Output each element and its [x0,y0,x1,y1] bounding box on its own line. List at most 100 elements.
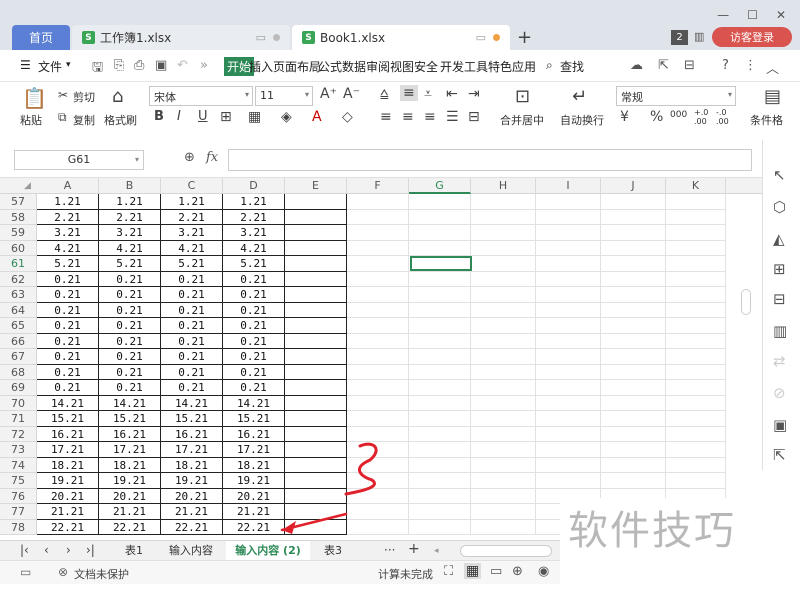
cell-h[interactable] [471,426,536,442]
hamburger-icon[interactable]: ☰ [20,58,31,72]
cell-e[interactable] [285,318,347,334]
row-header[interactable]: 57 [0,194,37,210]
doc-protect-status[interactable]: 文档未保护 [74,566,129,582]
cell-i[interactable] [536,380,601,396]
cell-j[interactable] [601,240,666,256]
cell-b[interactable]: 0.21 [99,287,161,303]
cell-d[interactable]: 0.21 [223,380,285,396]
cell-f[interactable] [347,426,409,442]
cell-j[interactable] [601,364,666,380]
merge-cells-icon[interactable]: ⊡ [515,86,530,107]
menu-special[interactable]: 特色应用 [488,58,536,75]
border-icon[interactable]: ⊞ [220,109,232,125]
cell-j[interactable] [601,209,666,225]
menu-security[interactable]: 安全 [414,58,438,75]
horizontal-scrollbar[interactable] [460,545,552,557]
export-icon[interactable]: ⎘ [114,58,124,73]
sheet-tab-1[interactable]: 表1 [112,541,156,560]
save-icon[interactable]: 🖫 [92,58,103,80]
cell-c[interactable]: 15.21 [161,411,223,427]
cell-f[interactable] [347,395,409,411]
cell-k[interactable] [666,333,726,349]
bold-button[interactable]: B [154,109,164,124]
cell-c[interactable]: 0.21 [161,271,223,287]
monitor-icon[interactable]: ▭ [476,31,486,44]
cell-b[interactable]: 4.21 [99,240,161,256]
cell-i[interactable] [536,457,601,473]
vertical-scroll-thumb[interactable] [741,289,751,315]
style-icon[interactable]: ◭ [773,230,785,248]
cell-j[interactable] [601,333,666,349]
close-button[interactable]: ✕ [776,8,786,22]
distribute-icon[interactable]: ⊟ [468,109,480,125]
cell-b[interactable]: 3.21 [99,225,161,241]
cell-f[interactable] [347,488,409,504]
cell-c[interactable]: 0.21 [161,302,223,318]
cell-b[interactable]: 17.21 [99,442,161,458]
cell-g[interactable] [409,473,471,489]
cell-k[interactable] [666,318,726,334]
cell-f[interactable] [347,442,409,458]
cell-f[interactable] [347,302,409,318]
cell-c[interactable]: 14.21 [161,395,223,411]
font-size-select[interactable]: 11 ▾ [255,86,313,106]
decrease-font-icon[interactable]: A⁻ [343,86,360,102]
cell-e[interactable] [285,457,347,473]
number-format-select[interactable]: 常规 ▾ [616,86,736,106]
chevron-down-icon[interactable]: ▾ [66,60,71,70]
cell-b[interactable]: 0.21 [99,349,161,365]
cell-k[interactable] [666,240,726,256]
cell-g[interactable] [409,519,471,535]
cell-f[interactable] [347,504,409,520]
cell-d[interactable]: 0.21 [223,333,285,349]
cell-h[interactable] [471,333,536,349]
cell-f[interactable] [347,364,409,380]
cell-i[interactable] [536,333,601,349]
last-sheet-icon[interactable]: ›| [86,543,95,557]
select-pointer-icon[interactable]: ↖ [773,166,786,184]
cell-f[interactable] [347,194,409,210]
row-header[interactable]: 62 [0,271,37,287]
currency-icon[interactable]: ¥ [620,109,629,125]
fullscreen-icon[interactable]: ⛶ [444,564,453,579]
chart-icon[interactable]: ▥ [773,322,787,340]
cell-i[interactable] [536,209,601,225]
row-header[interactable]: 71 [0,411,37,427]
fill-color-icon[interactable]: ◈ [281,109,292,125]
cell-i[interactable] [536,287,601,303]
cell-k[interactable] [666,256,726,272]
cell-b[interactable]: 14.21 [99,395,161,411]
cell-f[interactable] [347,318,409,334]
layout-icon[interactable]: ⊟ [684,58,695,73]
search-label[interactable]: 查找 [560,58,584,75]
align-top-icon[interactable]: ⩠ [380,86,389,102]
cell-b[interactable]: 15.21 [99,411,161,427]
cell-d[interactable]: 0.21 [223,349,285,365]
add-sheet-button[interactable]: + [408,541,420,557]
cell-k[interactable] [666,194,726,210]
cell-c[interactable]: 20.21 [161,488,223,504]
cell-d[interactable]: 14.21 [223,395,285,411]
window-count-badge[interactable]: 2 [671,30,688,45]
cell-d[interactable]: 4.21 [223,240,285,256]
cell-k[interactable] [666,395,726,411]
row-header[interactable]: 77 [0,504,37,520]
cell-j[interactable] [601,411,666,427]
cell-h[interactable] [471,209,536,225]
cell-j[interactable] [601,194,666,210]
cell-a[interactable]: 5.21 [37,256,99,272]
search-icon[interactable]: ⌕ [546,58,553,73]
shape-icon[interactable]: ⬡ [773,198,786,216]
cell-e[interactable] [285,519,347,535]
align-right-icon[interactable]: ≡ [424,109,436,125]
cell-c[interactable]: 18.21 [161,457,223,473]
cell-g[interactable] [409,488,471,504]
cell-i[interactable] [536,364,601,380]
cell-i[interactable] [536,302,601,318]
cell-h[interactable] [471,194,536,210]
status-panel-icon[interactable]: ▭ [20,565,31,579]
row-header[interactable]: 64 [0,302,37,318]
zoom-icon[interactable]: ⊕ [184,150,195,165]
cell-a[interactable]: 2.21 [37,209,99,225]
column-header-b[interactable]: B [99,178,161,194]
